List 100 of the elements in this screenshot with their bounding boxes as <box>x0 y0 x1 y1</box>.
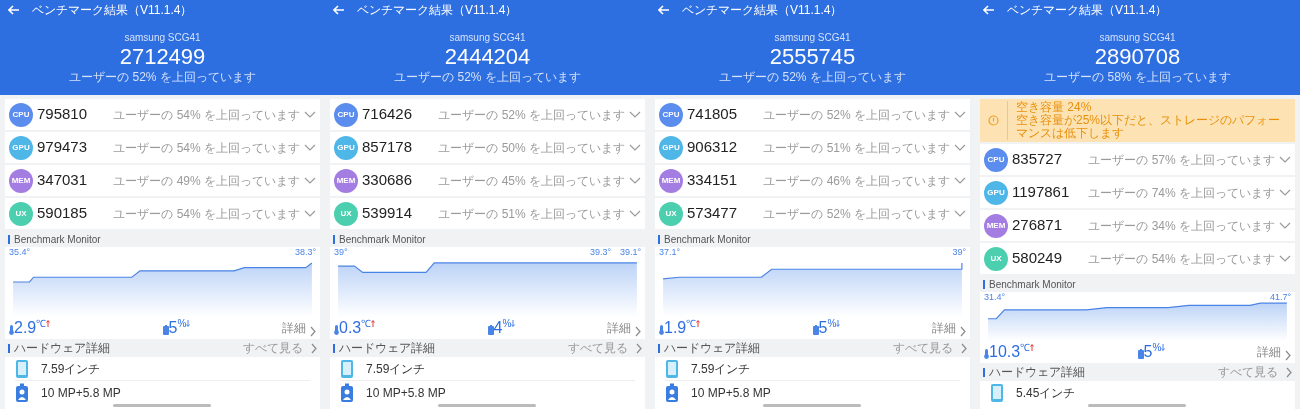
score-row[interactable]: MEM 276871 ユーザーの 34% を上回っています <box>980 210 1295 241</box>
category-score: 741805 <box>687 104 738 125</box>
chevron-down-icon[interactable] <box>1279 254 1291 263</box>
total-score: 2555745 <box>769 44 856 70</box>
score-row[interactable]: MEM 330686 ユーザーの 45% を上回っています <box>330 165 645 196</box>
battery-drop: 4 <box>493 319 503 337</box>
total-score: 2712499 <box>119 44 206 70</box>
chevron-down-icon[interactable] <box>954 176 966 185</box>
hardware-spec: 7.59インチ <box>41 360 101 378</box>
category-percentile: ユーザーの 51% を上回っています <box>763 139 950 157</box>
chevron-right-icon <box>636 342 642 354</box>
category-badge: CPU <box>334 102 358 127</box>
warning-icon <box>988 115 999 126</box>
back-arrow-icon[interactable] <box>333 5 345 15</box>
score-row[interactable]: CPU 716426 ユーザーの 52% を上回っています <box>330 99 645 130</box>
chevron-down-icon[interactable] <box>954 143 966 152</box>
device-name: samsung SCG41 <box>774 32 851 44</box>
category-badge: UX <box>659 201 683 226</box>
chevron-down-icon[interactable] <box>304 176 316 185</box>
chevron-down-icon[interactable] <box>629 110 641 119</box>
person-badge-icon <box>665 383 679 403</box>
back-arrow-icon[interactable] <box>8 5 20 15</box>
category-badge: MEM <box>334 168 358 193</box>
chevron-down-icon[interactable] <box>954 110 966 119</box>
battery-icon <box>162 325 169 335</box>
category-score: 857178 <box>362 137 413 158</box>
score-row[interactable]: UX 580249 ユーザーの 54% を上回っています <box>980 243 1295 274</box>
score-row[interactable]: UX 573477 ユーザーの 52% を上回っています <box>655 198 970 229</box>
warning-message: 空き容量が25%以下だと、ストレージのパフォーマンスは低下します <box>1016 114 1282 140</box>
temperature-rise: 0.3 <box>339 319 362 337</box>
category-percentile: ユーザーの 54% を上回っています <box>113 106 300 124</box>
temperature-rise: 1.9 <box>664 319 687 337</box>
section-heading: Benchmark Monitor <box>664 232 751 247</box>
temperature-unit: ℃ <box>686 319 697 329</box>
category-score: 795810 <box>37 104 88 125</box>
chevron-down-icon[interactable] <box>629 143 641 152</box>
category-percentile: ユーザーの 45% を上回っています <box>438 172 625 190</box>
chevron-down-icon[interactable] <box>1279 188 1291 197</box>
score-row[interactable]: GPU 1197861 ユーザーの 74% を上回っています <box>980 177 1295 208</box>
score-row[interactable]: MEM 334151 ユーザーの 46% を上回っています <box>655 165 970 196</box>
score-row[interactable]: GPU 906312 ユーザーの 51% を上回っています <box>655 132 970 163</box>
thermometer-icon <box>984 349 989 359</box>
device-name: samsung SCG41 <box>124 32 201 44</box>
details-link[interactable]: 詳細 <box>1257 343 1281 361</box>
chevron-down-icon[interactable] <box>304 209 316 218</box>
down-arrow-icon <box>836 320 841 327</box>
chevron-down-icon[interactable] <box>304 143 316 152</box>
section-heading: Benchmark Monitor <box>339 232 426 247</box>
score-row[interactable]: MEM 347031 ユーザーの 49% を上回っています <box>5 165 320 196</box>
hardware-spec: 5.45インチ <box>1016 385 1076 402</box>
score-row[interactable]: GPU 857178 ユーザーの 50% を上回っています <box>330 132 645 163</box>
chevron-down-icon[interactable] <box>1279 221 1291 230</box>
chevron-down-icon[interactable] <box>629 209 641 218</box>
temperature-label: 39° <box>952 247 966 257</box>
device-name: samsung SCG41 <box>1099 32 1176 44</box>
warning-title: 空き容量 24% <box>1016 101 1093 114</box>
details-link[interactable]: 詳細 <box>932 319 956 337</box>
score-row[interactable]: CPU 741805 ユーザーの 52% を上回っています <box>655 99 970 130</box>
total-score: 2444204 <box>444 44 531 70</box>
battery-drop: 5 <box>818 319 828 337</box>
battery-icon <box>1137 349 1144 359</box>
battery-icon <box>812 325 819 335</box>
category-badge: UX <box>9 201 33 226</box>
person-badge-icon <box>340 383 354 403</box>
score-row[interactable]: CPU 835727 ユーザーの 57% を上回っています <box>980 144 1295 175</box>
chevron-down-icon[interactable] <box>1279 155 1291 164</box>
category-score: 347031 <box>37 170 88 191</box>
category-percentile: ユーザーの 52% を上回っています <box>763 205 950 223</box>
temperature-label: 31.4° <box>984 292 1006 302</box>
temperature-label: 35.4° <box>9 247 31 257</box>
category-badge: CPU <box>9 102 33 127</box>
score-row[interactable]: UX 590185 ユーザーの 54% を上回っています <box>5 198 320 229</box>
category-score: 580249 <box>1012 248 1063 269</box>
back-arrow-icon[interactable] <box>658 5 670 15</box>
score-row[interactable]: UX 539914 ユーザーの 51% を上回っています <box>330 198 645 229</box>
score-row[interactable]: CPU 795810 ユーザーの 54% を上回っています <box>5 99 320 130</box>
category-percentile: ユーザーの 52% を上回っています <box>438 106 625 124</box>
category-badge: UX <box>334 201 358 226</box>
tablet-icon <box>340 358 354 379</box>
category-percentile: ユーザーの 74% を上回っています <box>1088 184 1275 202</box>
details-link[interactable]: 詳細 <box>607 319 631 337</box>
chevron-down-icon[interactable] <box>954 209 966 218</box>
up-arrow-icon <box>371 320 376 327</box>
category-score: 590185 <box>37 203 88 224</box>
back-arrow-icon[interactable] <box>983 5 995 15</box>
person-badge-icon <box>15 383 29 403</box>
temperature-label: 38.3° <box>294 247 316 257</box>
category-percentile: ユーザーの 50% を上回っています <box>438 139 625 157</box>
details-link[interactable]: 詳細 <box>282 319 306 337</box>
category-score: 1197861 <box>1012 182 1070 203</box>
category-percentile: ユーザーの 54% を上回っています <box>113 139 300 157</box>
percentile-text: ユーザーの 52% を上回っています <box>719 70 906 84</box>
category-badge: MEM <box>984 213 1008 238</box>
chevron-down-icon[interactable] <box>629 176 641 185</box>
temperature-label: 39.3° <box>589 247 611 257</box>
chevron-down-icon[interactable] <box>304 110 316 119</box>
chevron-right-icon <box>961 342 967 354</box>
temperature-label: 39.1° <box>619 247 641 257</box>
score-row[interactable]: GPU 979473 ユーザーの 54% を上回っています <box>5 132 320 163</box>
chevron-right-icon <box>960 326 966 337</box>
